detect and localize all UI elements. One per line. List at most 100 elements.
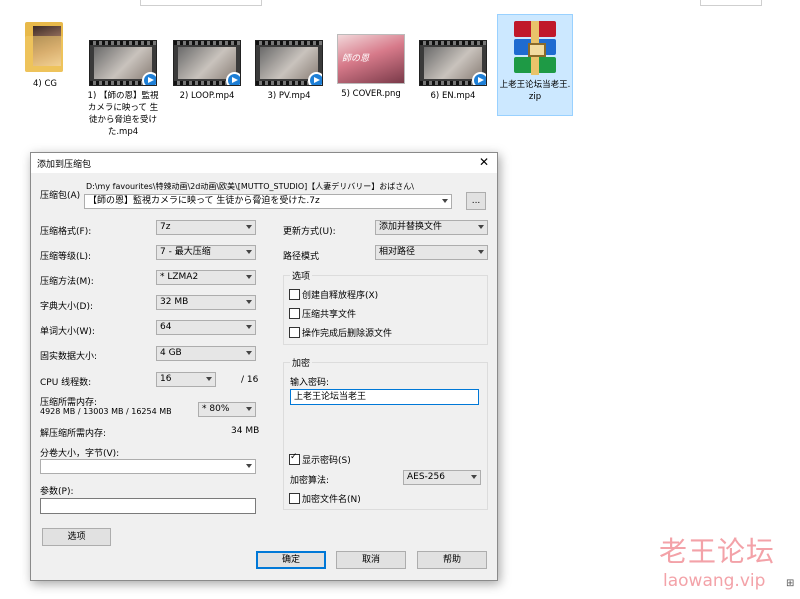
browse-button[interactable]: ... <box>466 192 486 210</box>
file-name: 1) 【師の恩】監視カメラに映って 生徒から脅迫を受けた.mp4 <box>87 91 159 137</box>
show-password-checkbox[interactable]: 显示密码(S) <box>289 452 351 466</box>
file-item-zip[interactable]: 上老王论坛当老王.zip <box>497 14 573 116</box>
update-select[interactable]: 添加并替换文件 <box>375 220 488 235</box>
file-item-folder[interactable]: 4) CG <box>8 18 82 90</box>
decomp-label: 解压缩所需内存: <box>40 429 107 439</box>
cover-thumb-text: 師の恩 <box>342 54 370 64</box>
chevron-down-icon <box>246 325 252 329</box>
toolbar-fragment <box>140 0 262 6</box>
method-select[interactable]: * LZMA2 <box>156 270 256 285</box>
chevron-down-icon <box>246 225 252 229</box>
encrypt-names-label: 加密文件名(N) <box>302 495 361 505</box>
archive-name-combo[interactable]: 【師の恩】監視カメラに映って 生徒から脅迫を受けた.7z <box>84 194 452 209</box>
checkbox-checked-icon <box>289 452 300 465</box>
encryption-group: 加密 输入密码: 上老王论坛当老王 显示密码(S) 加密算法: AES-256 … <box>283 356 488 510</box>
chevron-down-icon <box>478 250 484 254</box>
cpu-total: / 16 <box>241 375 259 385</box>
file-item-video[interactable]: 3) PV.mp4 <box>252 40 326 102</box>
explorer-top-edge <box>0 0 800 6</box>
chevron-down-icon <box>246 464 252 468</box>
chevron-down-icon <box>442 199 448 203</box>
play-badge-icon <box>226 72 240 85</box>
word-select[interactable]: 64 <box>156 320 256 335</box>
mem-percent-select[interactable]: * 80% <box>198 402 256 417</box>
cpu-select[interactable]: 16 <box>156 372 216 387</box>
chevron-down-icon <box>246 250 252 254</box>
cpu-value: 16 <box>160 374 172 384</box>
file-item-video[interactable]: 6) EN.mp4 <box>416 40 490 102</box>
video-thumbnail-icon <box>89 40 157 86</box>
file-item-video[interactable]: 1) 【師の恩】監視カメラに映って 生徒から脅迫を受けた.mp4 <box>86 40 160 138</box>
file-name: 3) PV.mp4 <box>267 91 311 101</box>
format-select[interactable]: 7z <box>156 220 256 235</box>
enc-method-label: 加密算法: <box>290 476 330 486</box>
solid-label: 固实数据大小: <box>40 352 98 362</box>
video-thumbnail-icon <box>255 40 323 86</box>
password-label: 输入密码: <box>290 378 330 388</box>
help-button[interactable]: 帮助 <box>417 551 487 569</box>
password-input[interactable]: 上老王论坛当老王 <box>290 389 479 405</box>
cpu-label: CPU 线程数: <box>40 378 92 388</box>
decomp-value: 34 MB <box>231 426 260 436</box>
path-select[interactable]: 相对路径 <box>375 245 488 260</box>
level-select[interactable]: 7 - 最大压缩 <box>156 245 256 260</box>
delete-checkbox[interactable]: 操作完成后删除源文件 <box>289 326 392 339</box>
dict-select[interactable]: 32 MB <box>156 295 256 310</box>
enc-method-select[interactable]: AES-256 <box>403 470 481 485</box>
cancel-button[interactable]: 取消 <box>336 551 406 569</box>
method-label: 压缩方法(M): <box>40 277 94 287</box>
params-input[interactable] <box>40 498 256 514</box>
split-label: 分卷大小，字节(V): <box>40 449 120 459</box>
image-thumbnail-icon: 師の恩 <box>337 34 405 84</box>
options-group-title: 选项 <box>290 269 313 282</box>
level-value: 7 - 最大压缩 <box>160 247 211 257</box>
winrar-archive-icon <box>514 21 556 75</box>
enc-method-value: AES-256 <box>407 472 445 482</box>
folder-icon <box>25 18 65 74</box>
delete-label: 操作完成后删除源文件 <box>302 329 393 339</box>
sfx-checkbox[interactable]: 创建自释放程序(X) <box>289 288 378 301</box>
level-label: 压缩等级(L): <box>40 252 92 262</box>
watermark-url: laowang.vip <box>663 571 766 591</box>
file-item-image[interactable]: 師の恩 5) COVER.png <box>334 34 408 100</box>
checkbox-icon <box>289 493 300 504</box>
solid-value: 4 GB <box>160 348 182 358</box>
dict-value: 32 MB <box>160 297 189 307</box>
word-label: 单词大小(W): <box>40 327 95 337</box>
add-to-archive-dialog: 添加到压缩包 ✕ 压缩包(A) D:\my favourites\特辣动画\2d… <box>30 152 498 581</box>
ok-button[interactable]: 确定 <box>256 551 326 569</box>
encrypt-names-checkbox[interactable]: 加密文件名(N) <box>289 492 361 505</box>
file-name: 6) EN.mp4 <box>430 91 476 101</box>
split-select[interactable] <box>40 459 256 474</box>
file-name: 2) LOOP.mp4 <box>179 91 235 101</box>
play-badge-icon <box>472 72 486 85</box>
archive-label: 压缩包(A) <box>40 191 81 201</box>
close-icon[interactable]: ✕ <box>477 155 491 169</box>
chevron-down-icon <box>478 225 484 229</box>
dialog-titlebar: 添加到压缩包 ✕ <box>31 153 497 173</box>
chevron-down-icon <box>246 300 252 304</box>
toolbar-fragment <box>700 0 762 6</box>
options-group: 选项 创建自释放程序(X) 压缩共享文件 操作完成后删除源文件 <box>283 269 488 345</box>
chevron-down-icon <box>471 475 477 479</box>
shared-checkbox[interactable]: 压缩共享文件 <box>289 307 356 320</box>
options-button[interactable]: 选项 <box>42 528 111 546</box>
path-value: 相对路径 <box>379 247 416 257</box>
path-label: 路径模式 <box>283 252 320 262</box>
update-label: 更新方式(U): <box>283 227 336 237</box>
solid-select[interactable]: 4 GB <box>156 346 256 361</box>
checkbox-icon <box>289 308 300 319</box>
video-thumbnail-icon <box>173 40 241 86</box>
archive-name-value: 【師の恩】監視カメラに映って 生徒から脅迫を受けた.7z <box>88 196 320 206</box>
chevron-down-icon <box>246 407 252 411</box>
format-label: 压缩格式(F): <box>40 227 92 237</box>
chevron-down-icon <box>206 377 212 381</box>
mem-values: 4928 MB / 13003 MB / 16254 MB <box>40 407 172 416</box>
chevron-down-icon <box>246 351 252 355</box>
dialog-title: 添加到压缩包 <box>37 160 92 170</box>
file-list: 4) CG 1) 【師の恩】監視カメラに映って 生徒から脅迫を受けた.mp4 2… <box>0 10 800 150</box>
chevron-down-icon <box>246 275 252 279</box>
file-name: 5) COVER.png <box>341 89 401 99</box>
file-item-video[interactable]: 2) LOOP.mp4 <box>170 40 244 102</box>
sfx-label: 创建自释放程序(X) <box>302 291 379 301</box>
